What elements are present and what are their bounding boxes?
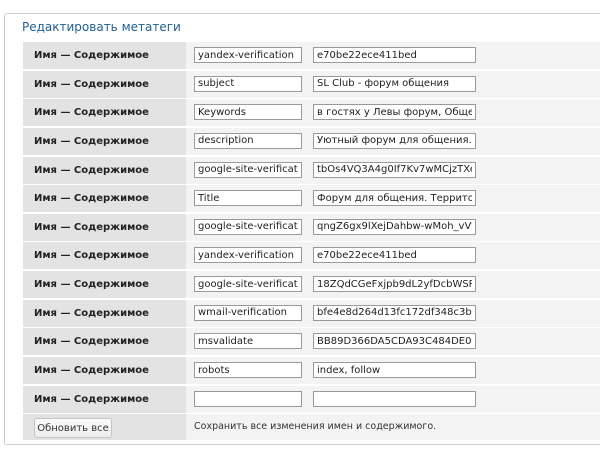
footer-row: Обновить все Сохранить все изменения име… (23, 414, 600, 441)
meta-content-input[interactable] (313, 333, 476, 350)
meta-content-input[interactable] (313, 132, 476, 149)
meta-name-input[interactable] (194, 75, 302, 92)
meta-content-input[interactable] (313, 276, 476, 293)
row-label: Имя — Содержимое (34, 50, 149, 61)
row-label: Имя — Содержимое (34, 307, 149, 319)
meta-name-input[interactable] (194, 190, 302, 207)
footer-note: Сохранить все изменения имен и содержимо… (186, 414, 600, 441)
meta-name-input[interactable] (194, 218, 302, 235)
meta-row: Имя — Содержимое (23, 271, 600, 299)
footer-actions: Обновить все (23, 414, 186, 440)
meta-row: Имя — Содержимое (23, 70, 600, 98)
meta-content-input[interactable] (313, 390, 476, 407)
row-label: Имя — Содержимое (34, 78, 149, 90)
meta-rows: Имя — Содержимое Имя — Содержимое Имя — … (23, 42, 600, 441)
meta-name-input[interactable] (194, 304, 302, 321)
meta-row: Имя — Содержимое (23, 99, 600, 127)
meta-content-input[interactable] (313, 218, 476, 235)
meta-content-input[interactable] (313, 190, 476, 207)
meta-content-input[interactable] (313, 362, 476, 379)
panel-title: Редактировать метатеги (19, 20, 184, 34)
row-label: Имя — Содержимое (34, 135, 149, 147)
meta-row: Имя — Содержимое (23, 357, 600, 385)
row-label: Имя — Содержимое (34, 107, 149, 119)
row-fields (186, 185, 600, 213)
meta-name-input[interactable] (194, 132, 302, 149)
row-fields (186, 357, 600, 385)
row-fields (186, 127, 600, 155)
row-label: Имя — Содержимое (34, 393, 149, 405)
meta-name-input[interactable] (194, 276, 302, 293)
row-fields (186, 42, 600, 69)
meta-content-input[interactable] (313, 75, 476, 92)
meta-content-input[interactable] (313, 47, 476, 63)
meta-tags-panel: Редактировать метатеги Имя — Содержимое … (4, 13, 600, 445)
row-fields (186, 70, 600, 98)
row-label: Имя — Содержимое (34, 250, 149, 262)
meta-content-input[interactable] (313, 161, 476, 178)
row-label: Имя — Содержимое (34, 164, 149, 176)
row-fields (186, 99, 600, 127)
meta-name-input[interactable] (194, 104, 302, 121)
meta-name-input[interactable] (194, 247, 302, 264)
row-label: Имя — Содержимое (34, 336, 149, 348)
meta-name-input[interactable] (194, 362, 302, 379)
row-fields (186, 299, 600, 327)
meta-row: Имя — Содержимое (23, 213, 600, 241)
row-fields (186, 242, 600, 270)
meta-name-input[interactable] (194, 161, 302, 178)
meta-content-input[interactable] (313, 247, 476, 264)
meta-row: Имя — Содержимое (23, 185, 600, 213)
meta-row: Имя — Содержимое (23, 127, 600, 155)
meta-content-input[interactable] (313, 304, 476, 321)
meta-row-new: Имя — Содержимое (23, 385, 600, 413)
meta-name-input[interactable] (194, 390, 302, 407)
row-label: Имя — Содержимое (34, 193, 149, 205)
meta-name-input[interactable] (194, 47, 302, 63)
row-label: Имя — Содержимое (34, 279, 149, 291)
meta-row: Имя — Содержимое (23, 42, 600, 69)
row-label: Имя — Содержимое (34, 221, 149, 233)
row-fields (186, 328, 600, 356)
meta-row: Имя — Содержимое (23, 328, 600, 356)
row-fields (186, 271, 600, 299)
update-all-button[interactable]: Обновить все (34, 418, 112, 439)
meta-name-input[interactable] (194, 333, 302, 350)
meta-row: Имя — Содержимое (23, 299, 600, 327)
row-fields (186, 213, 600, 241)
row-fields (186, 385, 600, 413)
row-fields (186, 156, 600, 184)
row-label: Имя — Содержимое (34, 365, 149, 377)
meta-row: Имя — Содержимое (23, 242, 600, 270)
meta-row: Имя — Содержимое (23, 156, 600, 184)
meta-content-input[interactable] (313, 104, 476, 121)
